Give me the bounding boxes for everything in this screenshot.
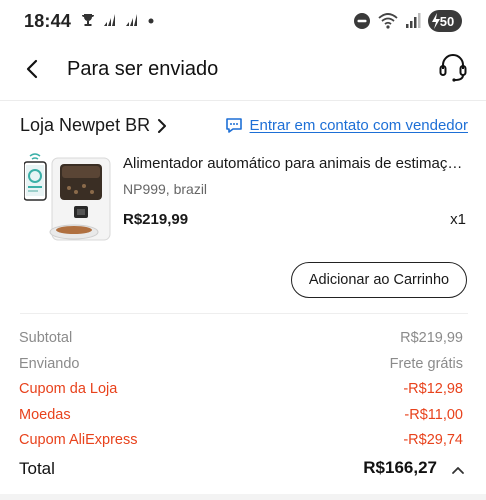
summary-label: Enviando — [19, 355, 80, 372]
status-bar: 18:44 50 — [0, 0, 486, 44]
do-not-disturb-icon — [354, 13, 370, 29]
order-summary: Subtotal R$219,99 Enviando Frete grátis … — [19, 328, 463, 456]
wifi-icon — [378, 13, 398, 29]
battery-charging-icon — [432, 13, 440, 29]
cell-signal-icon — [406, 13, 421, 28]
trophy-icon — [82, 14, 94, 26]
signal-icon — [126, 14, 137, 26]
summary-row-aliexpress-coupon: Cupom AliExpress -R$29,74 — [19, 430, 463, 456]
product-image[interactable] — [23, 152, 114, 244]
summary-row-store-coupon: Cupom da Loja -R$12,98 — [19, 379, 463, 405]
total-label: Total — [19, 459, 55, 478]
chevron-up-icon — [452, 467, 464, 474]
status-time: 18:44 — [24, 11, 72, 31]
back-button[interactable] — [20, 56, 46, 82]
status-right-icons: 50 — [353, 10, 462, 32]
summary-value: -R$29,74 — [403, 432, 463, 448]
total-value: R$166,27 — [363, 458, 437, 477]
summary-value: R$219,99 — [400, 330, 463, 346]
summary-row-shipping: Enviando Frete grátis — [19, 354, 463, 380]
summary-label: Moedas — [19, 406, 71, 423]
store-name: Loja Newpet BR — [20, 115, 151, 135]
summary-divider — [20, 313, 468, 314]
summary-label: Subtotal — [19, 330, 73, 346]
chat-icon — [225, 118, 242, 133]
summary-label: Cupom AliExpress — [19, 432, 138, 448]
battery-indicator: 50 — [428, 10, 462, 32]
summary-value: -R$12,98 — [403, 381, 463, 397]
product-price: R$219,99 — [123, 211, 189, 228]
status-left-icons — [80, 12, 156, 28]
contact-seller-label: Entrar em contato com vendedor — [249, 117, 468, 134]
page-header: Para ser enviado — [0, 48, 486, 92]
pet-feeder-image — [23, 153, 111, 241]
add-to-cart-button[interactable]: Adicionar ao Carrinho — [291, 262, 467, 298]
bottom-bar — [0, 494, 486, 500]
store-link[interactable]: Loja Newpet BR — [20, 115, 168, 136]
summary-value: Frete grátis — [389, 355, 463, 372]
product-title[interactable]: Alimentador automático para animais de e… — [123, 155, 469, 172]
header-divider — [0, 100, 486, 101]
headset-icon — [439, 54, 467, 82]
summary-value: -R$11,00 — [404, 406, 463, 423]
support-button[interactable] — [438, 52, 468, 84]
chevron-right-icon — [158, 118, 167, 133]
battery-level: 50 — [439, 13, 455, 29]
collapse-summary-button[interactable] — [449, 461, 467, 479]
summary-row-subtotal: Subtotal R$219,99 — [19, 328, 463, 354]
contact-seller-link[interactable]: Entrar em contato com vendedor — [225, 117, 468, 134]
total-row: Total R$166,27 — [19, 457, 467, 483]
dot-icon — [148, 18, 154, 24]
summary-label: Cupom da Loja — [19, 381, 118, 397]
chevron-left-icon — [26, 59, 38, 79]
summary-row-coins: Moedas -R$11,00 — [19, 405, 463, 431]
product-quantity: x1 — [450, 211, 466, 228]
product-sku: NP999, brazil — [123, 181, 208, 197]
store-row: Loja Newpet BR Entrar em contato com ven… — [20, 115, 468, 139]
signal-icon — [104, 14, 115, 26]
page-title: Para ser enviado — [67, 58, 219, 80]
